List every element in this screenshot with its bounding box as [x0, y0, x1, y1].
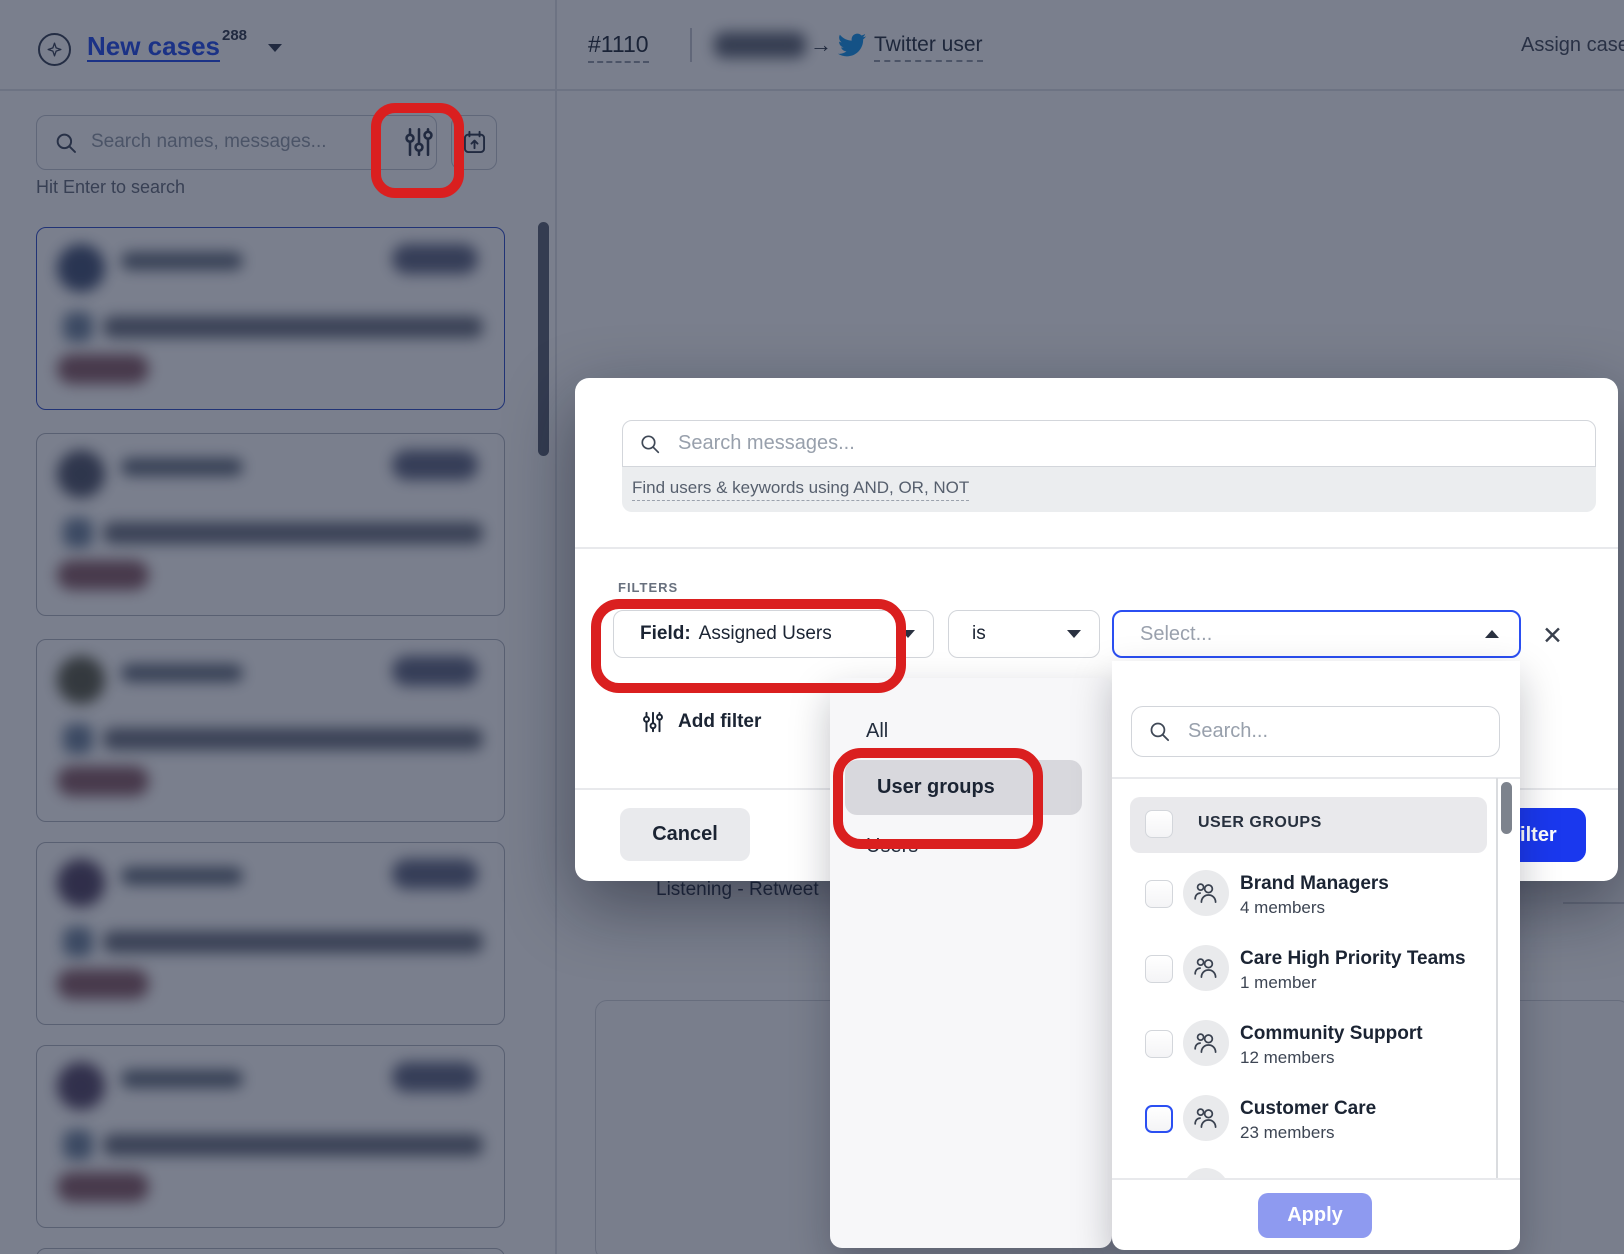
- remove-filter-icon[interactable]: ✕: [1542, 624, 1563, 649]
- user-group-avatar: [1183, 1168, 1229, 1178]
- group-checkbox[interactable]: [1145, 1030, 1173, 1058]
- group-search-placeholder: Search...: [1188, 720, 1268, 743]
- group-name: Brand Managers: [1240, 873, 1389, 895]
- modal-section-divider: [575, 547, 1618, 549]
- app-screen: New cases 288 Search names, messages... …: [0, 0, 1624, 1254]
- search-icon: [1147, 719, 1172, 744]
- value-select[interactable]: Select...: [1112, 610, 1521, 658]
- menu-option-all[interactable]: All: [866, 720, 888, 743]
- dropdown-scroll-track: [1496, 778, 1498, 1178]
- apply-button[interactable]: Apply: [1258, 1193, 1372, 1238]
- group-name: Community Support: [1240, 1023, 1423, 1045]
- dropdown-scrollbar[interactable]: [1501, 782, 1512, 834]
- operator-select[interactable]: is: [948, 610, 1100, 658]
- add-filter-label: Add filter: [678, 711, 761, 733]
- group-checkbox[interactable]: [1145, 880, 1173, 908]
- message-search-input[interactable]: Search messages...: [622, 420, 1596, 467]
- cancel-button[interactable]: Cancel: [620, 808, 750, 861]
- value-dropdown-panel: Search... USER GROUPS Brand Managers 4 me…: [1112, 661, 1520, 1250]
- user-group-avatar: [1183, 1020, 1229, 1066]
- user-group-avatar: [1183, 870, 1229, 916]
- filter-sliders-icon: [640, 708, 666, 736]
- annotation-ring-filter-icon: [371, 103, 464, 198]
- chevron-up-icon: [1485, 630, 1499, 638]
- search-icon: [638, 432, 662, 456]
- group-name: Care High Priority Teams: [1240, 948, 1466, 970]
- cancel-label: Cancel: [652, 823, 718, 846]
- group-members: 4 members: [1240, 898, 1325, 918]
- operator-value: is: [972, 623, 986, 645]
- group-section-label: USER GROUPS: [1198, 814, 1322, 832]
- annotation-ring-user-groups: [833, 748, 1043, 849]
- group-search-input[interactable]: Search...: [1131, 706, 1500, 757]
- group-members: 12 members: [1240, 1048, 1334, 1068]
- annotation-ring-field-select: [591, 599, 906, 693]
- apply-label: Apply: [1287, 1204, 1343, 1227]
- add-filter-button[interactable]: Add filter: [640, 708, 761, 736]
- search-syntax-hint: Find users & keywords using AND, OR, NOT: [622, 467, 1596, 512]
- group-name: Customer Care: [1240, 1098, 1376, 1120]
- value-placeholder: Select...: [1140, 623, 1212, 646]
- group-members: 1 member: [1240, 973, 1317, 993]
- group-list-viewport: USER GROUPS Brand Managers 4 members Care …: [1112, 778, 1508, 1178]
- group-section-header[interactable]: USER GROUPS: [1130, 797, 1487, 853]
- chevron-down-icon: [1067, 630, 1081, 638]
- filters-section-label: FILTERS: [618, 580, 678, 595]
- group-checkbox[interactable]: [1145, 1105, 1173, 1133]
- user-group-avatar: [1183, 945, 1229, 991]
- search-syntax-hint-text: Find users & keywords using AND, OR, NOT: [632, 478, 969, 501]
- dropdown-footer-divider: [1112, 1178, 1520, 1180]
- group-members: 23 members: [1240, 1123, 1334, 1143]
- message-search-placeholder: Search messages...: [678, 432, 855, 455]
- user-group-avatar: [1183, 1095, 1229, 1141]
- group-checkbox[interactable]: [1145, 955, 1173, 983]
- select-all-groups-checkbox[interactable]: [1145, 810, 1173, 838]
